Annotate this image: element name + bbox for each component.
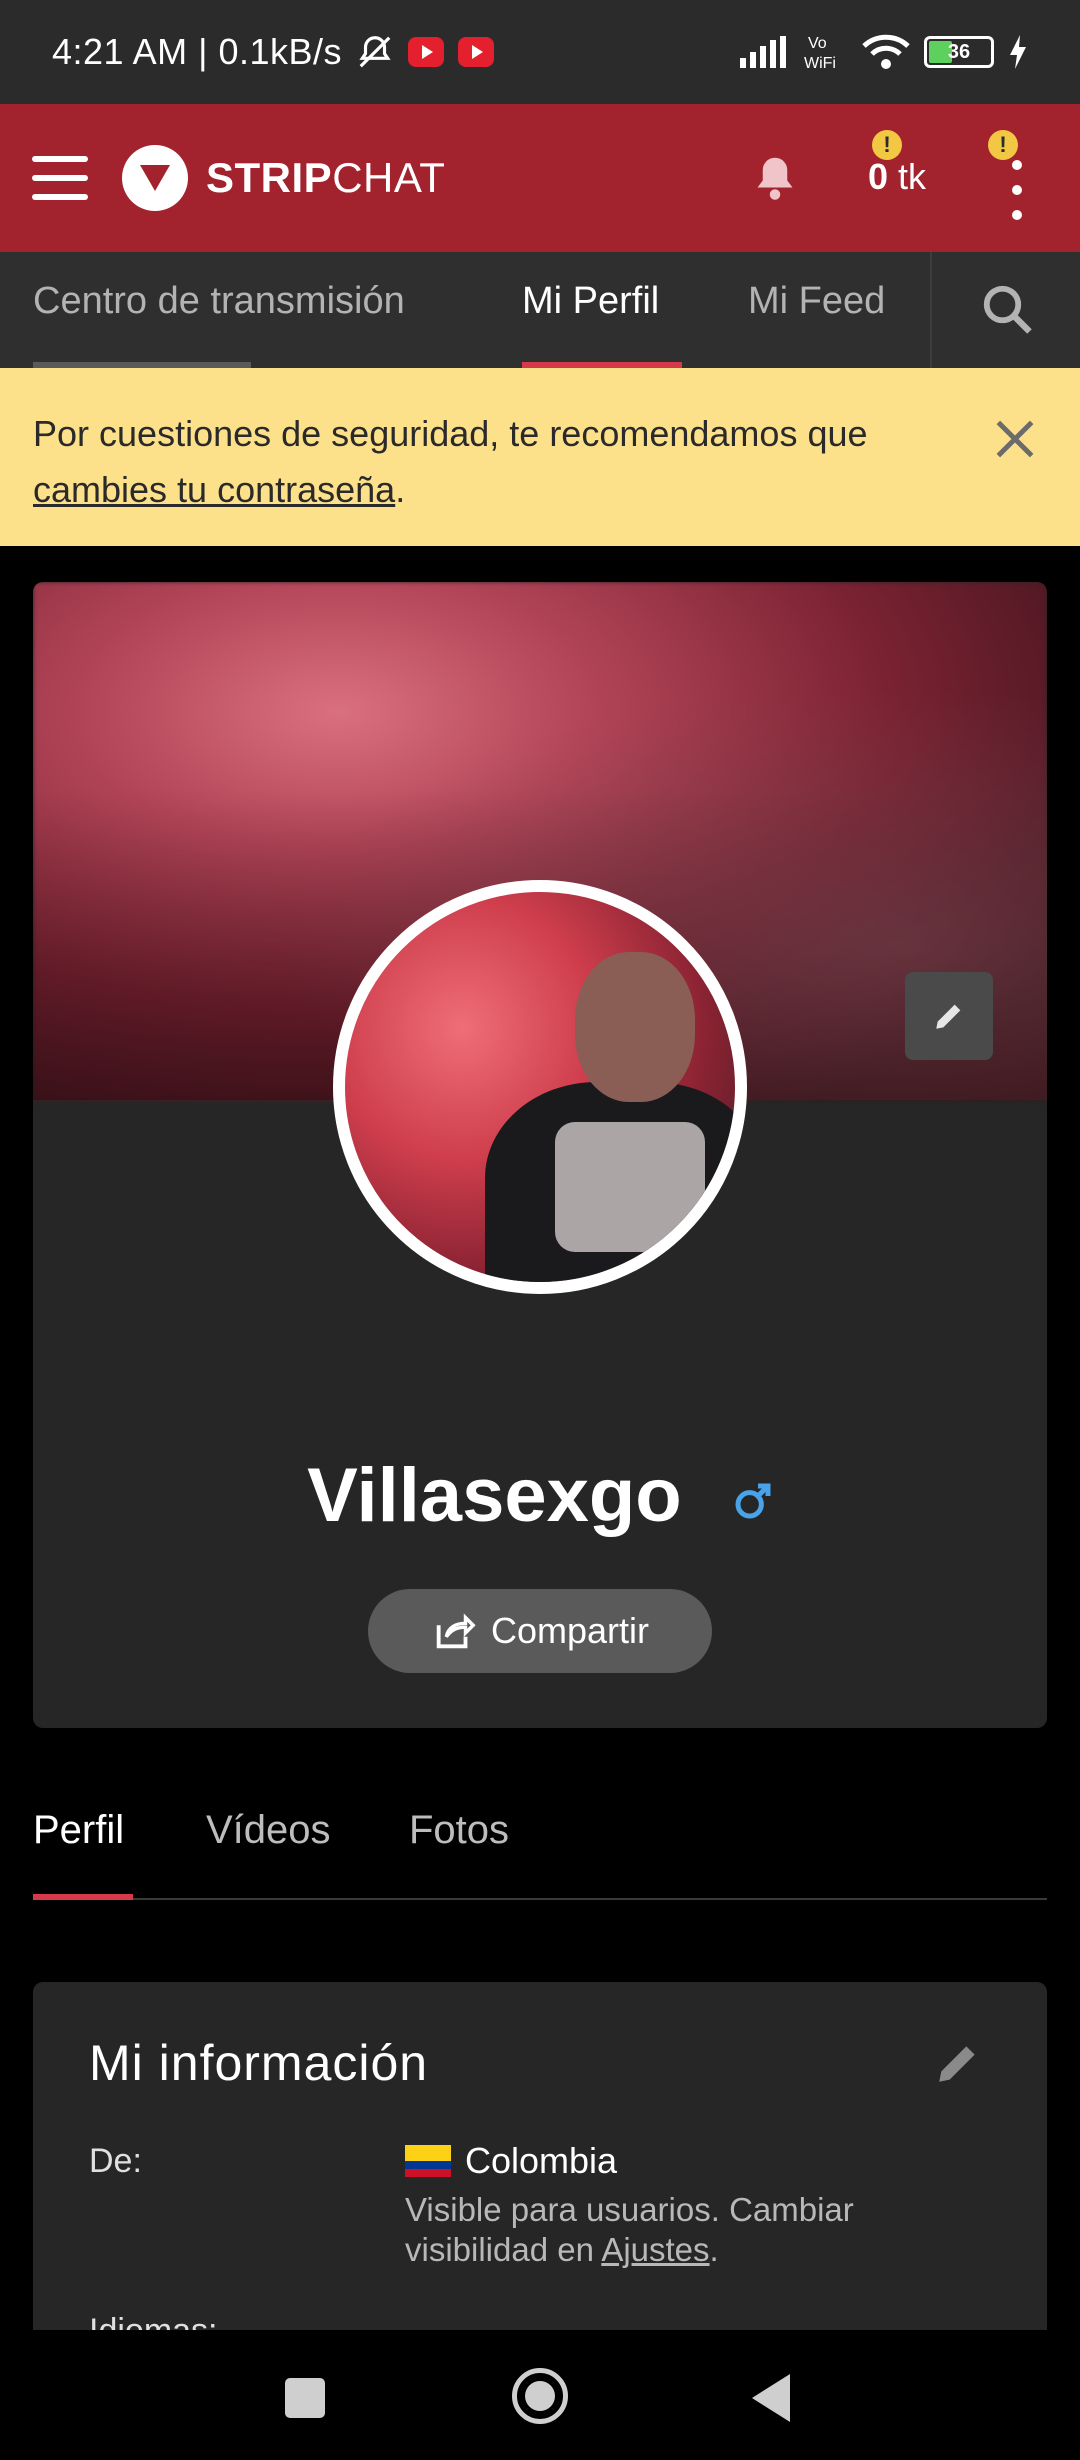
status-time: 4:21 AM | 0.1kB/s [52,31,342,72]
active-tab-indicator [33,1894,133,1900]
recent-apps-icon[interactable] [285,2378,325,2418]
signal-icon [740,36,786,68]
notifications-bell-icon[interactable] [754,154,796,200]
tab-my-feed[interactable]: Mi Feed [748,280,885,323]
colombia-flag-icon [405,2145,451,2177]
profile-tabs: Perfil Vídeos Fotos [33,1790,1047,1900]
country-value: Colombia [405,2140,617,2182]
change-password-link[interactable]: cambies tu contraseña [33,469,395,510]
menu-alert-icon: ! [988,130,1018,160]
top-tabs: Centro de transmisión Mi Perfil Mi Feed [0,252,1080,368]
brand-light: CHAT [332,154,446,201]
svg-text:Vo: Vo [808,35,827,52]
charging-icon [1010,35,1026,69]
search-icon[interactable] [980,282,1034,336]
profile-card: Villasexgo Compartir [33,582,1047,1728]
edit-cover-button[interactable] [905,972,993,1060]
male-gender-icon [735,1483,771,1519]
notice-text: Por cuestiones de seguridad, te recomend… [33,413,868,454]
avatar[interactable] [333,880,747,1294]
tab-my-profile[interactable]: Mi Perfil [522,280,659,323]
profile-username: Villasexgo [307,1453,682,1538]
back-icon[interactable] [752,2374,790,2422]
tokens-balance[interactable]: 0 tk [868,156,926,198]
system-nav-bar [0,2330,1080,2460]
vowifi-icon: Vo WiFi [804,35,836,72]
share-icon [436,1613,476,1649]
visibility-hint: Visible para usuarios. Cambiar visibilid… [405,2191,854,2268]
brand-bold: STRIP [206,154,333,201]
settings-link[interactable]: Ajustes [601,2231,709,2268]
mute-bell-icon [359,36,391,68]
tab-profile[interactable]: Perfil [33,1808,124,1853]
app-bar: STRIPCHAT ! 0 tk ! [0,104,1080,252]
my-info-title: Mi información [89,2035,429,2091]
youtube-notification-icon [408,37,444,67]
menu-icon[interactable] [32,156,88,200]
battery-level: 36 [947,40,971,63]
tab-photos[interactable]: Fotos [409,1808,509,1853]
more-options-icon[interactable] [1010,160,1024,220]
profile-username-row: Villasexgo [33,1452,1047,1539]
pencil-icon [936,1004,961,1029]
share-label: Compartir [490,1610,650,1651]
home-icon[interactable] [512,2368,568,2424]
logo-icon [122,145,188,211]
security-notice: Por cuestiones de seguridad, te recomend… [0,368,1080,546]
status-bar: 4:21 AM | 0.1kB/s Vo WiFi 36 [0,0,1080,104]
from-label: De: [89,2142,142,2180]
close-icon[interactable] [990,414,1040,464]
battery-icon: 36 [924,36,994,68]
tab-videos[interactable]: Vídeos [206,1808,331,1853]
svg-text:WiFi: WiFi [804,55,836,72]
edit-pencil-icon[interactable] [933,2038,983,2088]
stripchat-logo[interactable]: STRIPCHAT [122,145,445,211]
country-name: Colombia [465,2140,618,2181]
wifi-icon [862,34,910,69]
tabs-separator [930,252,932,368]
youtube-notification-icon [458,37,494,67]
tab-broadcast-center[interactable]: Centro de transmisión [33,280,405,323]
share-button[interactable]: Compartir [368,1589,712,1673]
